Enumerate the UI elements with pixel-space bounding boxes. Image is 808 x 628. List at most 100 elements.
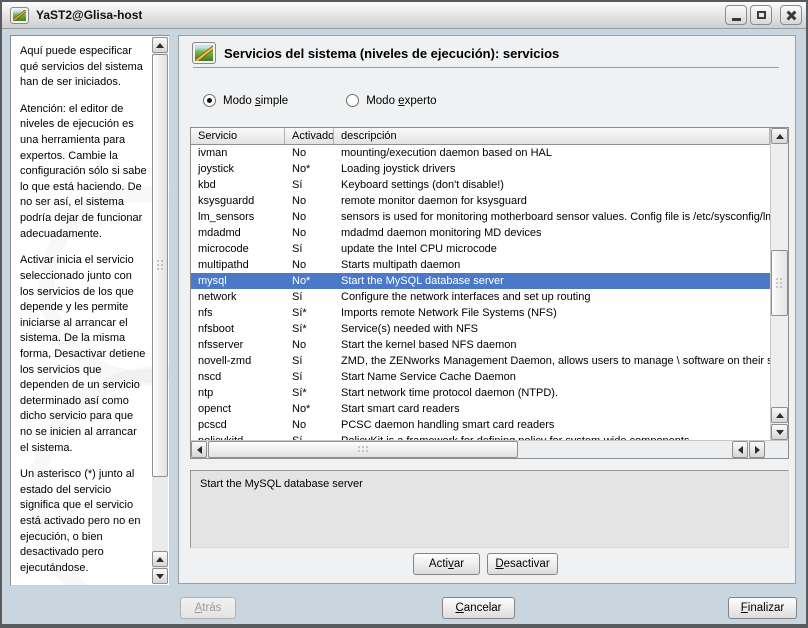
table-cell: Sí [285, 433, 334, 440]
table-row[interactable]: nfsbootSí*Service(s) needed with NFS [191, 321, 770, 337]
mode-radio-label: Modo simple [223, 95, 288, 107]
table-cell: ZMD, the ZENworks Management Daemon, all… [334, 353, 770, 369]
maximize-button[interactable] [750, 5, 772, 25]
table-cell: mounting/execution daemon based on HAL [334, 145, 770, 161]
scrollbar-thumb[interactable] [771, 250, 788, 316]
table-cell: remote monitor daemon for ksysguard [334, 193, 770, 209]
table-row[interactable]: nscdSíStart Name Service Cache Daemon [191, 369, 770, 385]
table-cell: nfsserver [191, 337, 285, 353]
table-cell: Keyboard settings (don't disable!) [334, 177, 770, 193]
table-cell: No* [285, 161, 334, 177]
arrow-right-icon [755, 446, 760, 454]
service-description-box: Start the MySQL database server [190, 470, 789, 548]
table-body: ivmanNomounting/execution daemon based o… [191, 145, 770, 440]
table-cell: microcode [191, 241, 285, 257]
table-row[interactable]: lm_sensorsNosensors is used for monitori… [191, 209, 770, 225]
table-cell: mdadmd [191, 225, 285, 241]
table-cell: Start Name Service Cache Daemon [334, 369, 770, 385]
mode-radio[interactable]: Modo experto [346, 94, 436, 107]
yast-app-icon [11, 8, 28, 23]
window-title: YaST2@Glisa-host [36, 8, 142, 22]
services-table: ServicioActivadodescripción ivmanNomount… [190, 127, 789, 459]
table-row[interactable]: ivmanNomounting/execution daemon based o… [191, 145, 770, 161]
help-panel: Aquí puede especificar qué servicios del… [10, 35, 170, 586]
table-cell: openct [191, 401, 285, 417]
table-cell: Start the MySQL database server [334, 273, 770, 289]
table-row[interactable]: joystickNo*Loading joystick drivers [191, 161, 770, 177]
table-row[interactable]: kbdSíKeyboard settings (don't disable!) [191, 177, 770, 193]
minimize-button[interactable] [725, 5, 747, 25]
table-cell: Start smart card readers [334, 401, 770, 417]
scroll-up-button[interactable] [152, 37, 168, 53]
table-cell: mysql [191, 273, 285, 289]
mode-radio-label: Modo experto [366, 95, 436, 107]
scroll-up-button[interactable] [771, 128, 788, 144]
thumb-grip [775, 277, 784, 290]
table-cell: nfsboot [191, 321, 285, 337]
arrow-down-icon [776, 430, 784, 435]
table-vscrollbar[interactable] [770, 128, 788, 440]
table-row[interactable]: ksysguarddNoremote monitor daemon for ks… [191, 193, 770, 209]
table-row[interactable]: pcscdNoPCSC daemon handling smart card r… [191, 417, 770, 433]
table-cell: No* [285, 401, 334, 417]
table-cell: sensors is used for monitoring motherboa… [334, 209, 770, 225]
arrow-left-icon [738, 446, 743, 454]
deactivate-button[interactable]: Desactivar [487, 553, 558, 575]
table-cell: Sí [285, 369, 334, 385]
table-cell: Loading joystick drivers [334, 161, 770, 177]
radio-icon [346, 94, 359, 107]
arrow-left-icon [197, 446, 202, 454]
scroll-up-button[interactable] [771, 407, 788, 423]
help-paragraph: Un asterisco (*) junto al estado del ser… [20, 467, 148, 576]
arrow-down-icon [156, 574, 164, 579]
table-row[interactable]: novell-zmdSíZMD, the ZENworks Management… [191, 353, 770, 369]
table-cell: No [285, 225, 334, 241]
thumb-grip [357, 445, 370, 454]
table-row[interactable]: ntpSí*Start network time protocol daemon… [191, 385, 770, 401]
table-cell: nfs [191, 305, 285, 321]
cancel-button[interactable]: Cancelar [442, 597, 515, 619]
column-header[interactable]: Activado [285, 128, 334, 145]
scroll-left-button[interactable] [191, 441, 207, 458]
arrow-up-icon [776, 413, 784, 418]
column-header[interactable]: Servicio [191, 128, 285, 145]
help-scrollbar[interactable] [152, 37, 168, 584]
table-cell: Sí [285, 353, 334, 369]
table-cell: pcscd [191, 417, 285, 433]
activate-button[interactable]: Activar [413, 553, 480, 575]
scroll-left-button[interactable] [732, 441, 748, 458]
table-row[interactable]: nfsserverNoStart the kernel based NFS da… [191, 337, 770, 353]
column-header[interactable]: descripción [334, 128, 770, 145]
close-icon [786, 10, 797, 21]
table-cell: No [285, 193, 334, 209]
scrollbar-thumb[interactable] [208, 441, 518, 458]
scrollbar-thumb[interactable] [152, 54, 168, 477]
help-text: Aquí puede especificar qué servicios del… [11, 36, 152, 585]
title-bar[interactable]: YaST2@Glisa-host [2, 2, 806, 29]
mode-radio[interactable]: Modo simple [203, 94, 288, 107]
table-row[interactable]: multipathdNoStarts multipath daemon [191, 257, 770, 273]
table-row[interactable]: mdadmdNomdadmd daemon monitoring MD devi… [191, 225, 770, 241]
table-cell: Start the kernel based NFS daemon [334, 337, 770, 353]
table-row[interactable]: mysqlNo*Start the MySQL database server [191, 273, 770, 289]
table-cell: Sí* [285, 305, 334, 321]
table-row[interactable]: policykitdSíPolicyKit is a framework for… [191, 433, 770, 440]
table-header-row: ServicioActivadodescripción [191, 128, 770, 145]
scroll-down-button[interactable] [771, 424, 788, 440]
close-button[interactable] [780, 5, 802, 25]
scroll-right-button[interactable] [749, 441, 765, 458]
table-row[interactable]: networkSíConfigure the network interface… [191, 289, 770, 305]
table-row[interactable]: nfsSí*Imports remote Network File System… [191, 305, 770, 321]
finish-button[interactable]: Finalizar [728, 597, 797, 619]
radio-icon [203, 94, 216, 107]
table-row[interactable]: openctNo*Start smart card readers [191, 401, 770, 417]
table-cell: No* [285, 273, 334, 289]
table-cell: Sí* [285, 321, 334, 337]
table-cell: Imports remote Network File Systems (NFS… [334, 305, 770, 321]
table-hscrollbar[interactable] [191, 440, 788, 458]
scroll-up-button[interactable] [152, 551, 168, 567]
scroll-down-button[interactable] [152, 568, 168, 584]
table-cell: multipathd [191, 257, 285, 273]
table-cell: novell-zmd [191, 353, 285, 369]
table-row[interactable]: microcodeSíupdate the Intel CPU microcod… [191, 241, 770, 257]
